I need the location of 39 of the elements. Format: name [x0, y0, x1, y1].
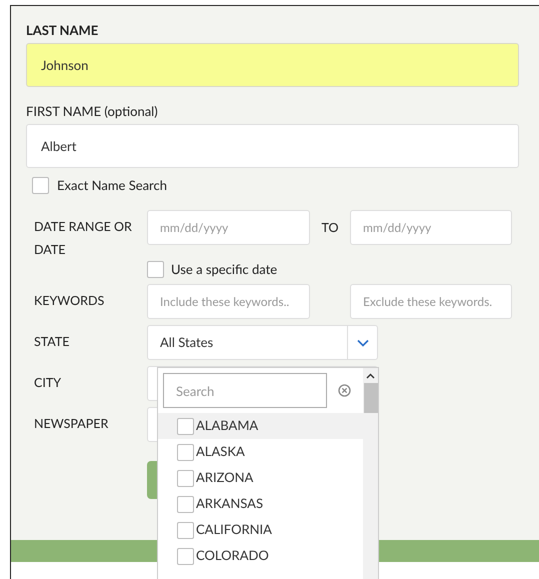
date-from-field[interactable]: mm/dd/yyyy: [147, 210, 310, 244]
checkbox-label: Use a specific date: [171, 260, 278, 278]
scrollbar[interactable]: [363, 368, 378, 579]
checkbox[interactable]: [147, 260, 164, 278]
checkbox[interactable]: [177, 444, 194, 460]
chevron-down-icon: [356, 338, 368, 346]
clear-icon[interactable]: [338, 384, 351, 397]
scrollbar-thumb[interactable]: [364, 383, 378, 413]
search-field[interactable]: Search: [163, 373, 327, 408]
option-label: ARKANSAS: [196, 494, 264, 514]
option-label: CALIFORNIA: [196, 520, 272, 540]
field-label: FIRST NAME (optional): [26, 102, 159, 121]
checkbox-label: Exact Name Search: [57, 176, 167, 195]
field-label: KEYWORDS: [33, 292, 106, 310]
state-option[interactable]: ALABAMA: [158, 413, 363, 439]
field-label: CITY: [33, 374, 62, 392]
checkbox[interactable]: [177, 470, 194, 486]
field-label: TO: [320, 218, 340, 236]
field-label: LAST NAME: [26, 21, 100, 40]
include-keywords-field[interactable]: Include these keywords..: [147, 284, 310, 319]
scroll-up-icon[interactable]: [366, 373, 375, 379]
checkbox[interactable]: [177, 548, 194, 564]
checkbox[interactable]: [177, 418, 194, 434]
field-label: NEWSPAPER: [33, 415, 110, 434]
last-name-field[interactable]: Johnson: [26, 43, 519, 87]
field-label: STATE: [33, 333, 70, 352]
checkbox[interactable]: [177, 522, 194, 538]
option-label: ALASKA: [196, 442, 245, 462]
state-select[interactable]: All States: [147, 325, 378, 360]
option-label: ARIZONA: [196, 468, 254, 488]
date-to-field[interactable]: mm/dd/yyyy: [350, 210, 512, 244]
checkbox[interactable]: [32, 177, 49, 194]
exclude-keywords-field[interactable]: Exclude these keywords.: [350, 284, 512, 319]
checkbox[interactable]: [177, 496, 194, 512]
first-name-field[interactable]: Albert: [26, 124, 519, 168]
field-label: DATE RANGE OR DATE: [33, 218, 133, 258]
option-label: COLORADO: [196, 546, 269, 566]
option-label: ALABAMA: [196, 416, 258, 436]
select-value: All States: [159, 333, 214, 352]
